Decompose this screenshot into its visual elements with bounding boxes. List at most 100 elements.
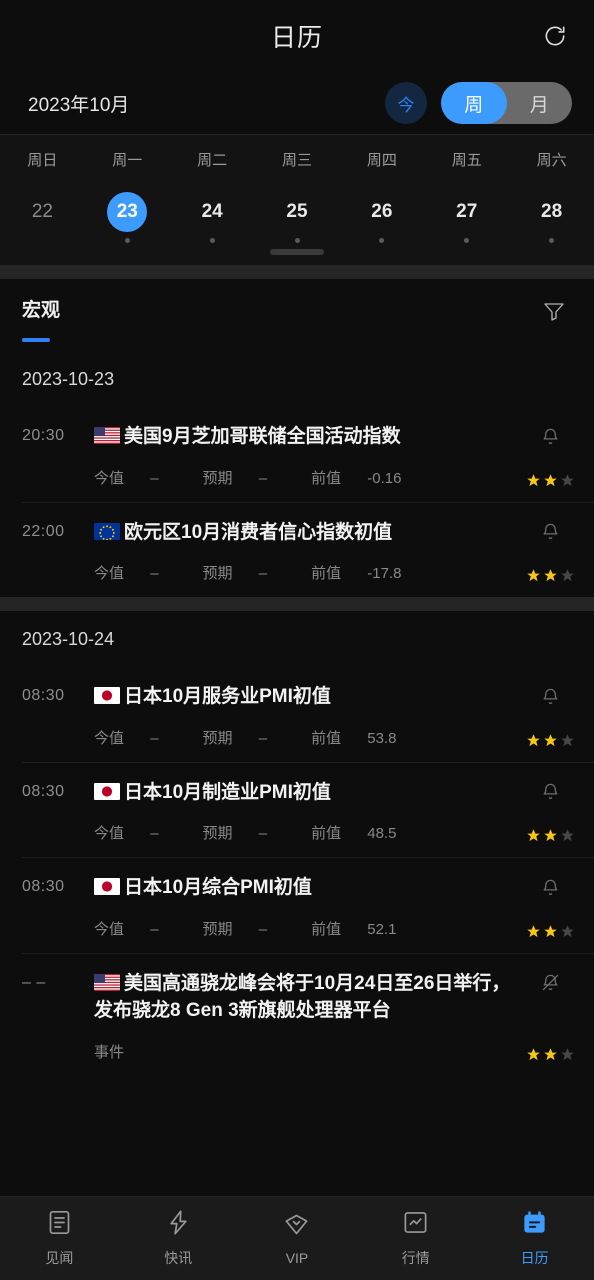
day-number-selected[interactable]: 23 [107,192,148,232]
calendar-drag-handle[interactable] [0,243,594,265]
top-bar: 日历 [0,0,594,72]
previous-value: 前值 52.1 [311,920,397,938]
previous-value: 前值 -0.16 [311,469,402,487]
star-empty-icon [560,569,574,582]
toggle-month[interactable]: 月 [507,82,573,124]
nav-label: VIP [285,1250,309,1266]
bell-icon[interactable] [541,874,560,900]
event-dot [294,238,300,243]
bell-icon[interactable] [541,423,560,449]
day-number[interactable]: 24 [192,192,232,232]
forecast-value: 预期 – [202,565,268,583]
event-title-wrap: 欧元区10月消费者信心指数初值 [94,519,520,547]
week-cell[interactable]: 周五 27 [424,149,509,243]
weekday-label: 周日 [27,152,58,169]
bell-icon[interactable] [541,519,560,545]
event-title-wrap: 美国9月芝加哥联储全国活动指数 [94,423,520,451]
page-title: 日历 [270,24,323,52]
filter-icon[interactable] [542,299,572,329]
forecast-value: 预期 – [202,920,268,938]
day-number[interactable]: 26 [362,192,402,232]
tab-active-indicator [22,338,50,342]
tab-label: 宏观 [22,300,61,321]
forecast-value: 预期 – [202,729,268,747]
flag-eu-icon [94,522,120,540]
previous-value: 前值 53.8 [311,729,397,747]
news-icon [46,1209,73,1241]
bottom-nav: 见闻 快讯 VIP 行情 日历 [0,1196,594,1280]
event-row[interactable]: – – 美国高通骁龙峰会将于10月24日至26日举行，发布骁龙8 Gen 3新旗… [0,954,594,1076]
event-time: 08:30 [22,782,65,800]
diamond-icon [283,1211,310,1243]
event-dot [124,238,130,243]
week-cell[interactable]: 周一 23 [85,149,170,243]
nav-label: 行情 [401,1250,430,1266]
nav-label: 见闻 [45,1250,74,1266]
event-row[interactable]: 20:30 美国9月芝加哥联储全国活动指数 今值 – 预期 – 前值 -0.16 [0,407,594,502]
view-toggle[interactable]: 周 月 [441,82,572,124]
event-row[interactable]: 08:30 日本10月制造业PMI初值 今值 – 预期 – 前值 48.5 [0,763,594,858]
bell-off-icon[interactable] [541,970,560,996]
importance-stars [526,733,575,748]
event-row[interactable]: 22:00 欧元区10月消费者信心指数初值 今值 – 预期 – 前值 -17.8 [0,503,594,598]
star-empty-icon [560,473,574,486]
forecast-value: 预期 – [202,469,268,487]
event-list[interactable]: 2023-10-23 20:30 美国9月芝加哥联储全国活动指数 今值 – 预期… [0,351,594,1076]
nav-item-market[interactable]: 行情 [356,1209,475,1268]
event-row[interactable]: 08:30 日本10月服务业PMI初值 今值 – 预期 – 前值 53.8 [0,667,594,762]
event-time: 20:30 [22,427,65,444]
flag-jp-icon [94,878,120,896]
nav-label: 快讯 [164,1250,193,1266]
week-strip: 周日 22 周一 23 周二 24 周三 25 周四 26 周五 27 周六 28 [0,135,594,265]
day-number[interactable]: 27 [447,192,487,232]
week-cell[interactable]: 周三 25 [255,149,340,243]
week-cell[interactable]: 周二 24 [170,149,255,243]
refresh-icon[interactable] [538,19,572,53]
week-cell[interactable]: 周四 26 [339,149,424,243]
event-row[interactable]: 08:30 日本10月综合PMI初值 今值 – 预期 – 前值 52.1 [0,858,594,953]
actual-value: 今值 – [94,565,159,583]
week-cell[interactable]: 周日 22 [0,149,85,243]
nav-item-vip[interactable]: VIP [238,1211,357,1266]
star-filled-icon [526,924,540,937]
week-cell[interactable]: 周六 28 [509,149,594,243]
month-bar: 2023年10月 今 周 月 [0,72,594,134]
event-time: 22:00 [22,522,65,540]
event-values: 今值 – 预期 – 前值 -17.8 [94,562,520,583]
tab-macro[interactable]: 宏观 [22,295,60,342]
flag-us-icon [94,427,120,444]
star-filled-icon [543,473,557,486]
star-empty-icon [560,733,574,746]
day-number[interactable]: 22 [22,192,62,232]
day-number[interactable]: 25 [277,192,317,232]
section-separator [0,265,594,279]
event-title-wrap: 日本10月服务业PMI初值 [94,683,520,711]
actual-value: 今值 – [94,825,159,843]
toggle-week[interactable]: 周 [441,82,507,124]
importance-stars [526,473,575,488]
bell-icon[interactable] [541,683,560,709]
flag-jp-icon [94,782,120,800]
month-label: 2023年10月 [28,94,130,116]
bell-icon[interactable] [541,779,560,805]
nav-item-news[interactable]: 见闻 [0,1209,119,1268]
star-empty-icon [560,924,574,937]
date-header: 2023-10-23 [22,368,115,389]
nav-label: 日历 [520,1250,549,1266]
event-title: 美国高通骁龙峰会将于10月24日至26日举行，发布骁龙8 Gen 3新旗舰处理器… [94,972,511,1022]
star-filled-icon [543,733,557,746]
actual-value: 今值 – [94,920,159,938]
day-number[interactable]: 28 [532,192,572,232]
star-filled-icon [526,569,540,582]
today-button[interactable]: 今 [385,82,427,124]
event-title: 日本10月综合PMI初值 [124,877,312,899]
nav-item-calendar[interactable]: 日历 [475,1209,594,1268]
event-dot [549,238,555,243]
event-dot [209,238,215,243]
previous-value: 前值 48.5 [311,825,397,843]
nav-item-flash[interactable]: 快讯 [119,1209,238,1268]
drag-handle-bar[interactable] [270,249,324,255]
event-values: 今值 – 预期 – 前值 52.1 [94,918,520,939]
star-filled-icon [543,829,557,842]
weekday-label: 周二 [197,152,228,169]
